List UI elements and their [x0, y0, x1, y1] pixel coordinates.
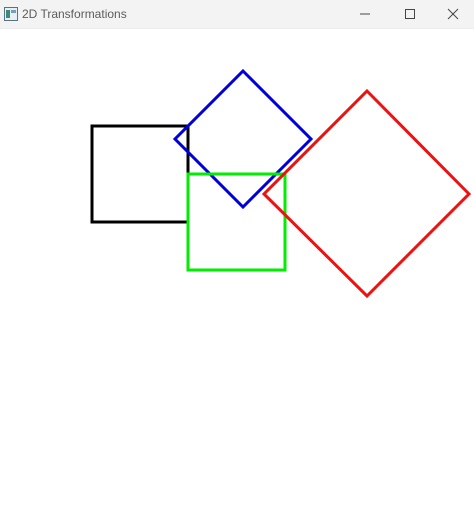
title-bar[interactable]: 2D Transformations: [0, 0, 474, 29]
minimize-icon: [360, 13, 370, 15]
black-square: [90, 124, 190, 224]
app-icon: [4, 7, 18, 21]
drawing-canvas: [90, 68, 472, 299]
minimize-button[interactable]: [342, 0, 388, 28]
app-window: 2D Transformations: [0, 0, 474, 508]
close-button[interactable]: [432, 0, 474, 28]
blue-diamond: [172, 68, 314, 210]
maximize-button[interactable]: [387, 0, 433, 28]
maximize-icon: [405, 9, 415, 19]
close-icon: [447, 8, 459, 20]
window-title: 2D Transformations: [22, 7, 127, 21]
